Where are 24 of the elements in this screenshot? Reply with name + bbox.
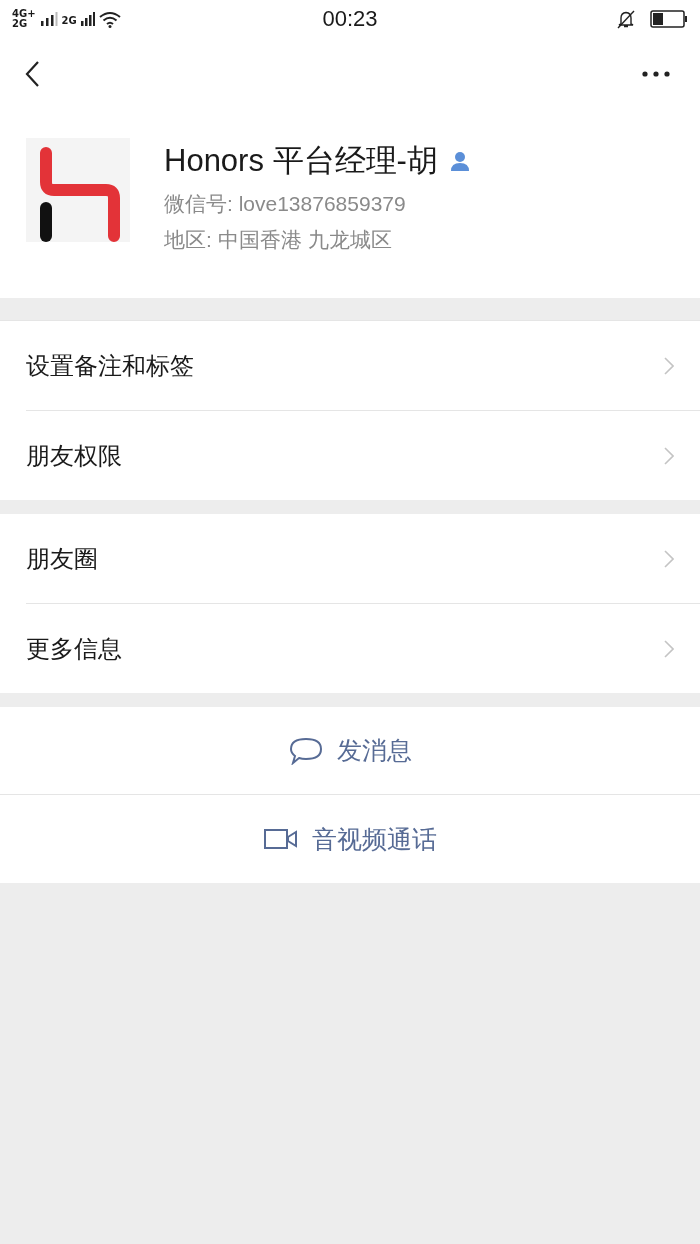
menu-row[interactable]: 朋友圈 — [26, 514, 700, 604]
chat-bubble-icon — [288, 736, 323, 765]
chevron-icon — [664, 639, 674, 658]
network-label: 4G+ 2G — [12, 9, 36, 29]
wifi-icon — [98, 10, 121, 28]
avatar-logo-icon — [26, 138, 130, 242]
network-label: 2G — [61, 15, 77, 26]
signal-icon — [80, 12, 95, 26]
chevron-icon — [664, 549, 674, 568]
more-icon[interactable] — [642, 71, 670, 77]
region: 地区: 中国香港 九龙城区 — [164, 227, 393, 253]
chevron-icon — [664, 356, 674, 375]
battery-icon — [650, 10, 688, 28]
bell-muted-icon — [616, 9, 636, 29]
menu-row[interactable]: 更多信息 — [26, 604, 700, 693]
signal-icon — [39, 12, 58, 26]
chevron-icon — [664, 446, 674, 465]
back-icon[interactable] — [24, 60, 40, 88]
wechat-id: 微信号: love13876859379 — [164, 191, 407, 217]
menu-row[interactable]: 设置备注和标签 — [26, 321, 700, 411]
status-time: 00:23 — [322, 6, 378, 32]
menu-row[interactable]: 朋友权限 — [26, 411, 700, 500]
contact-name: Honors 平台经理-胡 — [164, 142, 438, 180]
video-camera-icon — [263, 828, 298, 850]
